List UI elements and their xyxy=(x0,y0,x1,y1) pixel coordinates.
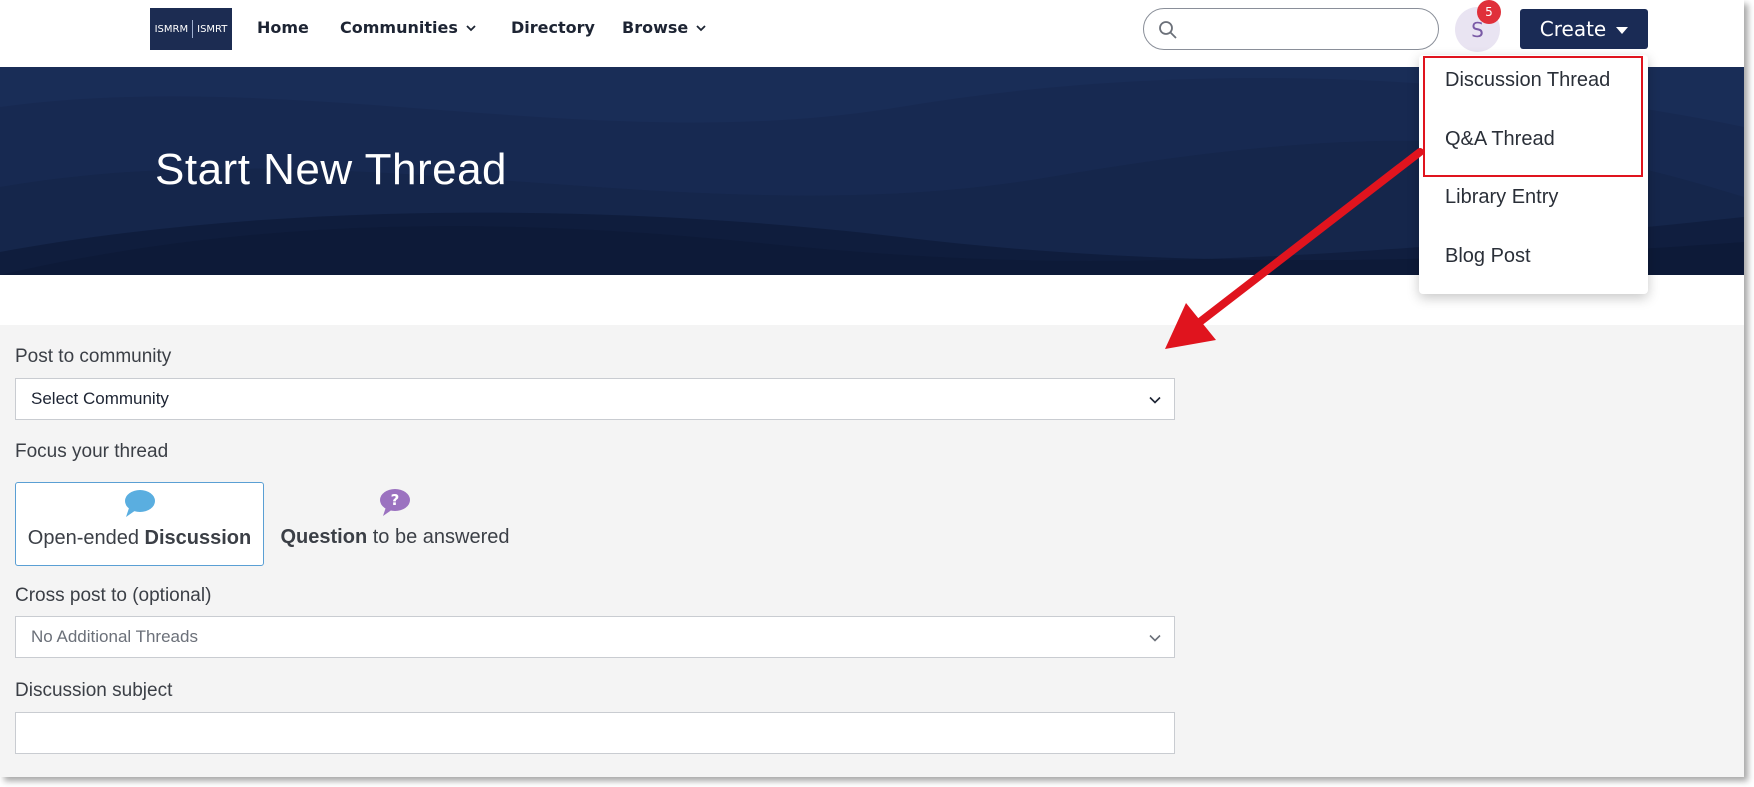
subject-input[interactable] xyxy=(15,712,1175,754)
question-bubble-icon: ? xyxy=(380,489,410,516)
create-button-label: Create xyxy=(1539,17,1607,41)
community-select-value: Select Community xyxy=(31,389,169,408)
focus-option-discussion[interactable]: Open-ended Discussion xyxy=(15,482,264,566)
nav-browse[interactable]: Browse xyxy=(622,18,706,37)
chevron-down-icon xyxy=(696,24,706,31)
crosspost-label: Cross post to (optional) xyxy=(15,585,212,606)
nav-browse-label: Browse xyxy=(622,18,689,37)
logo-text-left: ISMRM xyxy=(154,23,189,35)
question-bold: Question xyxy=(280,526,368,548)
nav-home-label: Home xyxy=(257,18,309,37)
focus-option-question[interactable]: ? Question to be answered xyxy=(270,482,520,566)
focus-label: Focus your thread xyxy=(15,441,169,462)
chevron-down-icon xyxy=(466,24,476,31)
nav-communities[interactable]: Communities xyxy=(340,18,476,37)
question-suffix: to be answered xyxy=(367,526,510,548)
crosspost-select[interactable]: No Additional Threads xyxy=(15,616,1175,658)
menu-item-library-entry[interactable]: Library Entry xyxy=(1445,186,1558,209)
discussion-bold: Discussion xyxy=(144,527,252,549)
svg-text:?: ? xyxy=(391,491,400,509)
logo-divider xyxy=(192,20,194,38)
search-input[interactable] xyxy=(1188,15,1428,43)
crosspost-select-value: No Additional Threads xyxy=(31,627,198,646)
nav-communities-label: Communities xyxy=(340,18,458,37)
subject-label: Discussion subject xyxy=(15,680,173,701)
notification-badge: 5 xyxy=(1477,0,1501,24)
focus-option-question-label: Question to be answered xyxy=(281,526,510,549)
search-box[interactable] xyxy=(1143,8,1439,50)
search-icon xyxy=(1159,21,1177,39)
logo-text-right: ISMRT xyxy=(197,23,228,35)
create-button[interactable]: Create xyxy=(1520,9,1648,49)
site-logo[interactable]: ISMRM ISMRT xyxy=(150,8,232,50)
annotation-highlight-box xyxy=(1423,56,1643,177)
nav-directory[interactable]: Directory xyxy=(511,18,595,37)
caret-down-icon xyxy=(1616,26,1629,34)
speech-bubble-icon xyxy=(124,490,155,517)
page-title: Start New Thread xyxy=(155,145,508,194)
community-label: Post to community xyxy=(15,346,172,367)
community-select[interactable]: Select Community xyxy=(15,378,1175,420)
nav-directory-label: Directory xyxy=(511,18,595,37)
discussion-prefix: Open-ended xyxy=(27,527,145,549)
nav-home[interactable]: Home xyxy=(257,18,309,37)
chevron-down-icon xyxy=(1149,634,1161,642)
app-window: ISMRM ISMRT Home Communities Directory B… xyxy=(0,0,1744,777)
chevron-down-icon xyxy=(1149,396,1161,404)
focus-option-discussion-label: Open-ended Discussion xyxy=(28,527,251,550)
menu-item-blog-post[interactable]: Blog Post xyxy=(1445,245,1531,268)
